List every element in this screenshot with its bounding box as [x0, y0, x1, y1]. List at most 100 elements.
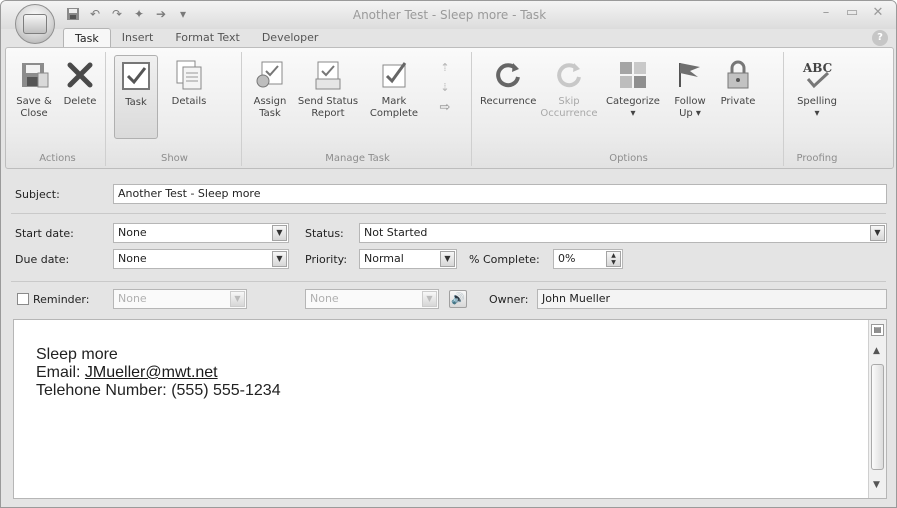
separator [11, 281, 886, 282]
maximize-icon[interactable]: ▭ [841, 5, 863, 23]
email-label: Email: [36, 364, 85, 381]
tab-insert[interactable]: Insert [111, 28, 165, 48]
scroll-up-icon[interactable]: ▲ [873, 346, 880, 356]
assign-task-icon [253, 58, 287, 92]
up-arrow-icon[interactable]: ✦ [131, 6, 147, 22]
follow-up-button[interactable]: Follow Up ▾ [668, 58, 712, 120]
send-status-report-button[interactable]: Send Status Report [296, 58, 360, 120]
group-label-manage-task: Manage Task [325, 153, 390, 164]
details-icon [172, 58, 206, 92]
scroll-down-icon[interactable]: ▼ [873, 480, 880, 490]
group-label-show: Show [161, 153, 188, 164]
save-close-icon [17, 58, 51, 92]
chevron-down-icon[interactable]: ▼ [272, 251, 287, 267]
mark-complete-button[interactable]: Mark Complete [366, 58, 422, 120]
percent-complete-value: 0% [558, 252, 576, 265]
spelling-button[interactable]: ABC Spelling ▾ [792, 58, 842, 120]
skip-occurrence-icon [552, 58, 586, 92]
sound-icon[interactable]: 🔊 [449, 290, 467, 308]
priority-select[interactable]: Normal ▼ [359, 249, 457, 269]
office-logo-icon [23, 14, 47, 34]
subject-label: Subject: [15, 188, 60, 201]
percent-complete-label: % Complete: [469, 253, 540, 266]
owner-label: Owner: [489, 293, 529, 306]
details-button[interactable]: Details [164, 58, 214, 108]
customize-icon[interactable]: ▾ [175, 6, 191, 22]
start-date-field[interactable]: None ▼ [113, 223, 289, 243]
ribbon-tabs: Task Insert Format Text Developer [63, 28, 329, 48]
separator [11, 213, 886, 214]
arrow-down-small-icon[interactable]: ⇣ [430, 82, 460, 102]
send-status-report-icon [311, 58, 345, 92]
delete-button[interactable]: Delete [58, 58, 102, 108]
task-window: Another Test - Sleep more - Task ↶ ↷ ✦ ➔… [0, 0, 897, 508]
title-bar: Another Test - Sleep more - Task ↶ ↷ ✦ ➔… [1, 1, 896, 29]
spelling-abc-icon: ABC [800, 58, 834, 92]
office-button[interactable] [15, 4, 55, 44]
email-link[interactable]: JMueller@mwt.net [85, 364, 218, 381]
recurrence-icon [491, 58, 525, 92]
spinner-icon[interactable]: ▲ ▼ [606, 251, 621, 267]
group-label-proofing: Proofing [796, 153, 838, 164]
lock-icon [721, 58, 755, 92]
due-date-field[interactable]: None ▼ [113, 249, 289, 269]
flag-icon [673, 58, 707, 92]
assign-task-button[interactable]: Assign Task [248, 58, 292, 120]
task-checkbox-icon [119, 59, 153, 93]
status-select[interactable]: Not Started ▼ [359, 223, 887, 243]
group-options: Recurrence Skip Occurrence Categorize ▾ … [474, 52, 784, 166]
body-line-email: Email: JMueller@mwt.net [36, 364, 281, 382]
manage-small-buttons: ⇡ ⇣ ⇨ [430, 62, 460, 122]
start-date-label: Start date: [15, 227, 74, 240]
scroll-thumb[interactable] [871, 364, 884, 470]
reminder-time-field[interactable]: None ▼ [305, 289, 439, 309]
body-line-title: Sleep more [36, 346, 118, 363]
arrow-up-small-icon[interactable]: ⇡ [430, 62, 460, 82]
subject-input[interactable]: Another Test - Sleep more [113, 184, 887, 204]
body-line-phone: Telehone Number: (555) 555-1234 [36, 382, 281, 399]
tab-format-text[interactable]: Format Text [164, 28, 251, 48]
priority-label: Priority: [305, 253, 348, 266]
forward-icon[interactable]: ⇨ [430, 101, 460, 122]
minimize-icon[interactable]: – [815, 5, 837, 23]
body-text: Sleep more Email: JMueller@mwt.net Teleh… [36, 346, 281, 400]
group-manage-task: Assign Task Send Status Report Mark Comp… [244, 52, 472, 166]
chevron-down-icon[interactable]: ▼ [440, 251, 455, 267]
owner-field: John Mueller [537, 289, 887, 309]
close-icon[interactable]: ✕ [867, 5, 889, 23]
chevron-down-icon[interactable]: ▼ [422, 291, 437, 307]
tab-task[interactable]: Task [63, 28, 111, 48]
reminder-label: Reminder: [33, 293, 90, 306]
mark-complete-icon [377, 58, 411, 92]
categorize-button[interactable]: Categorize ▾ [602, 58, 664, 120]
save-close-button[interactable]: Save & Close [12, 58, 56, 120]
redo-icon[interactable]: ↷ [109, 6, 125, 22]
save-icon[interactable] [65, 6, 81, 22]
group-proofing: ABC Spelling ▾ Proofing [786, 52, 848, 166]
percent-complete-stepper[interactable]: 0% ▲ ▼ [553, 249, 623, 269]
due-date-label: Due date: [15, 253, 70, 266]
status-label: Status: [305, 227, 344, 240]
private-button[interactable]: Private [716, 58, 760, 108]
tab-developer[interactable]: Developer [251, 28, 330, 48]
undo-icon[interactable]: ↶ [87, 6, 103, 22]
chevron-down-icon[interactable]: ▼ [230, 291, 245, 307]
reminder-date-field[interactable]: None ▼ [113, 289, 247, 309]
task-view-button[interactable]: Task [114, 55, 158, 139]
group-actions: Save & Close Delete Actions [10, 52, 106, 166]
delete-icon [63, 58, 97, 92]
task-body-editor[interactable]: Sleep more Email: JMueller@mwt.net Teleh… [13, 319, 887, 499]
help-icon[interactable]: ? [872, 30, 888, 46]
reminder-checkbox[interactable] [17, 293, 29, 305]
categorize-icon [616, 58, 650, 92]
recurrence-button[interactable]: Recurrence [480, 58, 536, 108]
quick-access-toolbar: ↶ ↷ ✦ ➔ ▾ [65, 6, 191, 22]
down-arrow-icon[interactable]: ➔ [153, 6, 169, 22]
ruler-icon[interactable]: ▤ [871, 324, 884, 336]
chevron-down-icon[interactable]: ▼ [870, 225, 885, 241]
skip-occurrence-button[interactable]: Skip Occurrence [540, 58, 598, 120]
chevron-down-icon[interactable]: ▼ [272, 225, 287, 241]
vertical-scrollbar[interactable]: ▤ ▲ ▼ [868, 320, 886, 498]
priority-value: Normal [364, 252, 404, 265]
group-show: Task Details Show [108, 52, 242, 166]
